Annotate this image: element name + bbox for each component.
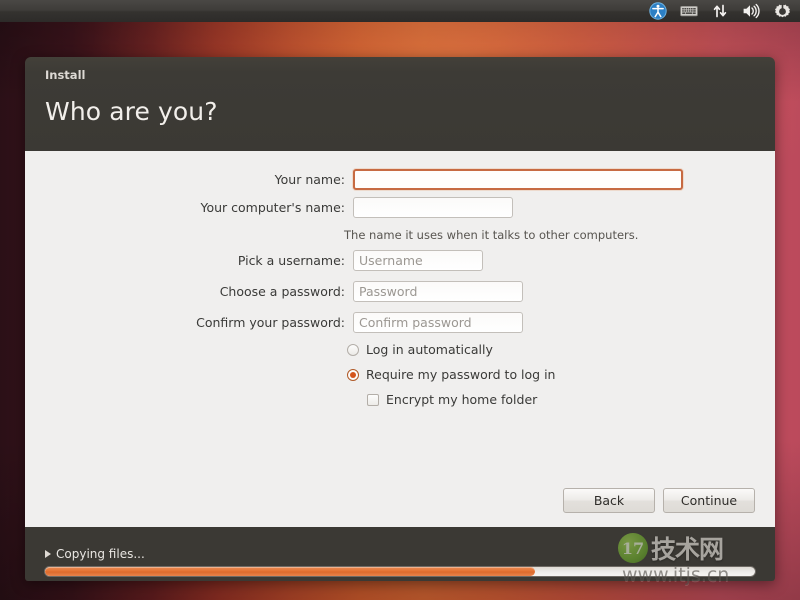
form-row-computer-name: Your computer's name: <box>75 197 513 218</box>
require-password-radio[interactable] <box>347 368 359 381</box>
desktop-screen: Install Who are you? Your name: Your com… <box>0 0 800 600</box>
window-title: Install <box>45 68 86 82</box>
form-row-your-name: Your name: <box>75 169 683 190</box>
encrypt-home-checkbox[interactable] <box>367 393 379 406</box>
form-row-confirm-password: Confirm your password: <box>75 312 523 333</box>
continue-button[interactable]: Continue <box>663 488 755 513</box>
page-title: Who are you? <box>45 97 218 126</box>
computer-name-hint: The name it uses when it talks to other … <box>344 228 639 242</box>
computer-name-input[interactable] <box>353 197 513 218</box>
computer-name-label: Your computer's name: <box>200 200 345 215</box>
keyboard-icon[interactable] <box>678 0 700 22</box>
login-automatically-label: Log in automatically <box>366 342 493 357</box>
expand-triangle-icon[interactable] <box>45 550 51 558</box>
confirm-password-input[interactable] <box>353 312 523 333</box>
install-status-label: Copying files... <box>56 547 145 561</box>
form-row-password: Choose a password: <box>75 281 523 302</box>
accessibility-icon[interactable] <box>647 0 669 22</box>
window-header: Install Who are you? <box>25 57 775 151</box>
install-progress-bar <box>44 566 756 577</box>
volume-icon[interactable] <box>740 0 762 22</box>
password-input[interactable] <box>353 281 523 302</box>
install-status[interactable]: Copying files... <box>45 547 145 561</box>
top-panel <box>0 0 800 22</box>
your-name-input[interactable] <box>353 169 683 190</box>
dialog-button-bar: Back Continue <box>563 488 755 513</box>
network-icon[interactable] <box>709 0 731 22</box>
encrypt-home-label: Encrypt my home folder <box>386 392 538 407</box>
password-label: Choose a password: <box>219 284 345 299</box>
session-icon[interactable] <box>771 0 793 22</box>
encrypt-home-option[interactable]: Encrypt my home folder <box>367 392 537 407</box>
login-automatically-radio[interactable] <box>347 343 359 356</box>
your-name-label: Your name: <box>274 172 345 187</box>
login-automatically-option[interactable]: Log in automatically <box>347 342 493 357</box>
back-button[interactable]: Back <box>563 488 655 513</box>
username-label: Pick a username: <box>237 253 345 268</box>
window-body: Your name: Your computer's name: The nam… <box>25 151 775 527</box>
install-progress-fill <box>45 567 535 576</box>
window-footer: Copying files... <box>25 527 775 581</box>
system-tray <box>647 0 800 22</box>
form-row-username: Pick a username: <box>75 250 483 271</box>
username-input[interactable] <box>353 250 483 271</box>
installer-window: Install Who are you? Your name: Your com… <box>25 57 775 581</box>
confirm-password-label: Confirm your password: <box>196 315 345 330</box>
require-password-option[interactable]: Require my password to log in <box>347 367 555 382</box>
require-password-label: Require my password to log in <box>366 367 556 382</box>
